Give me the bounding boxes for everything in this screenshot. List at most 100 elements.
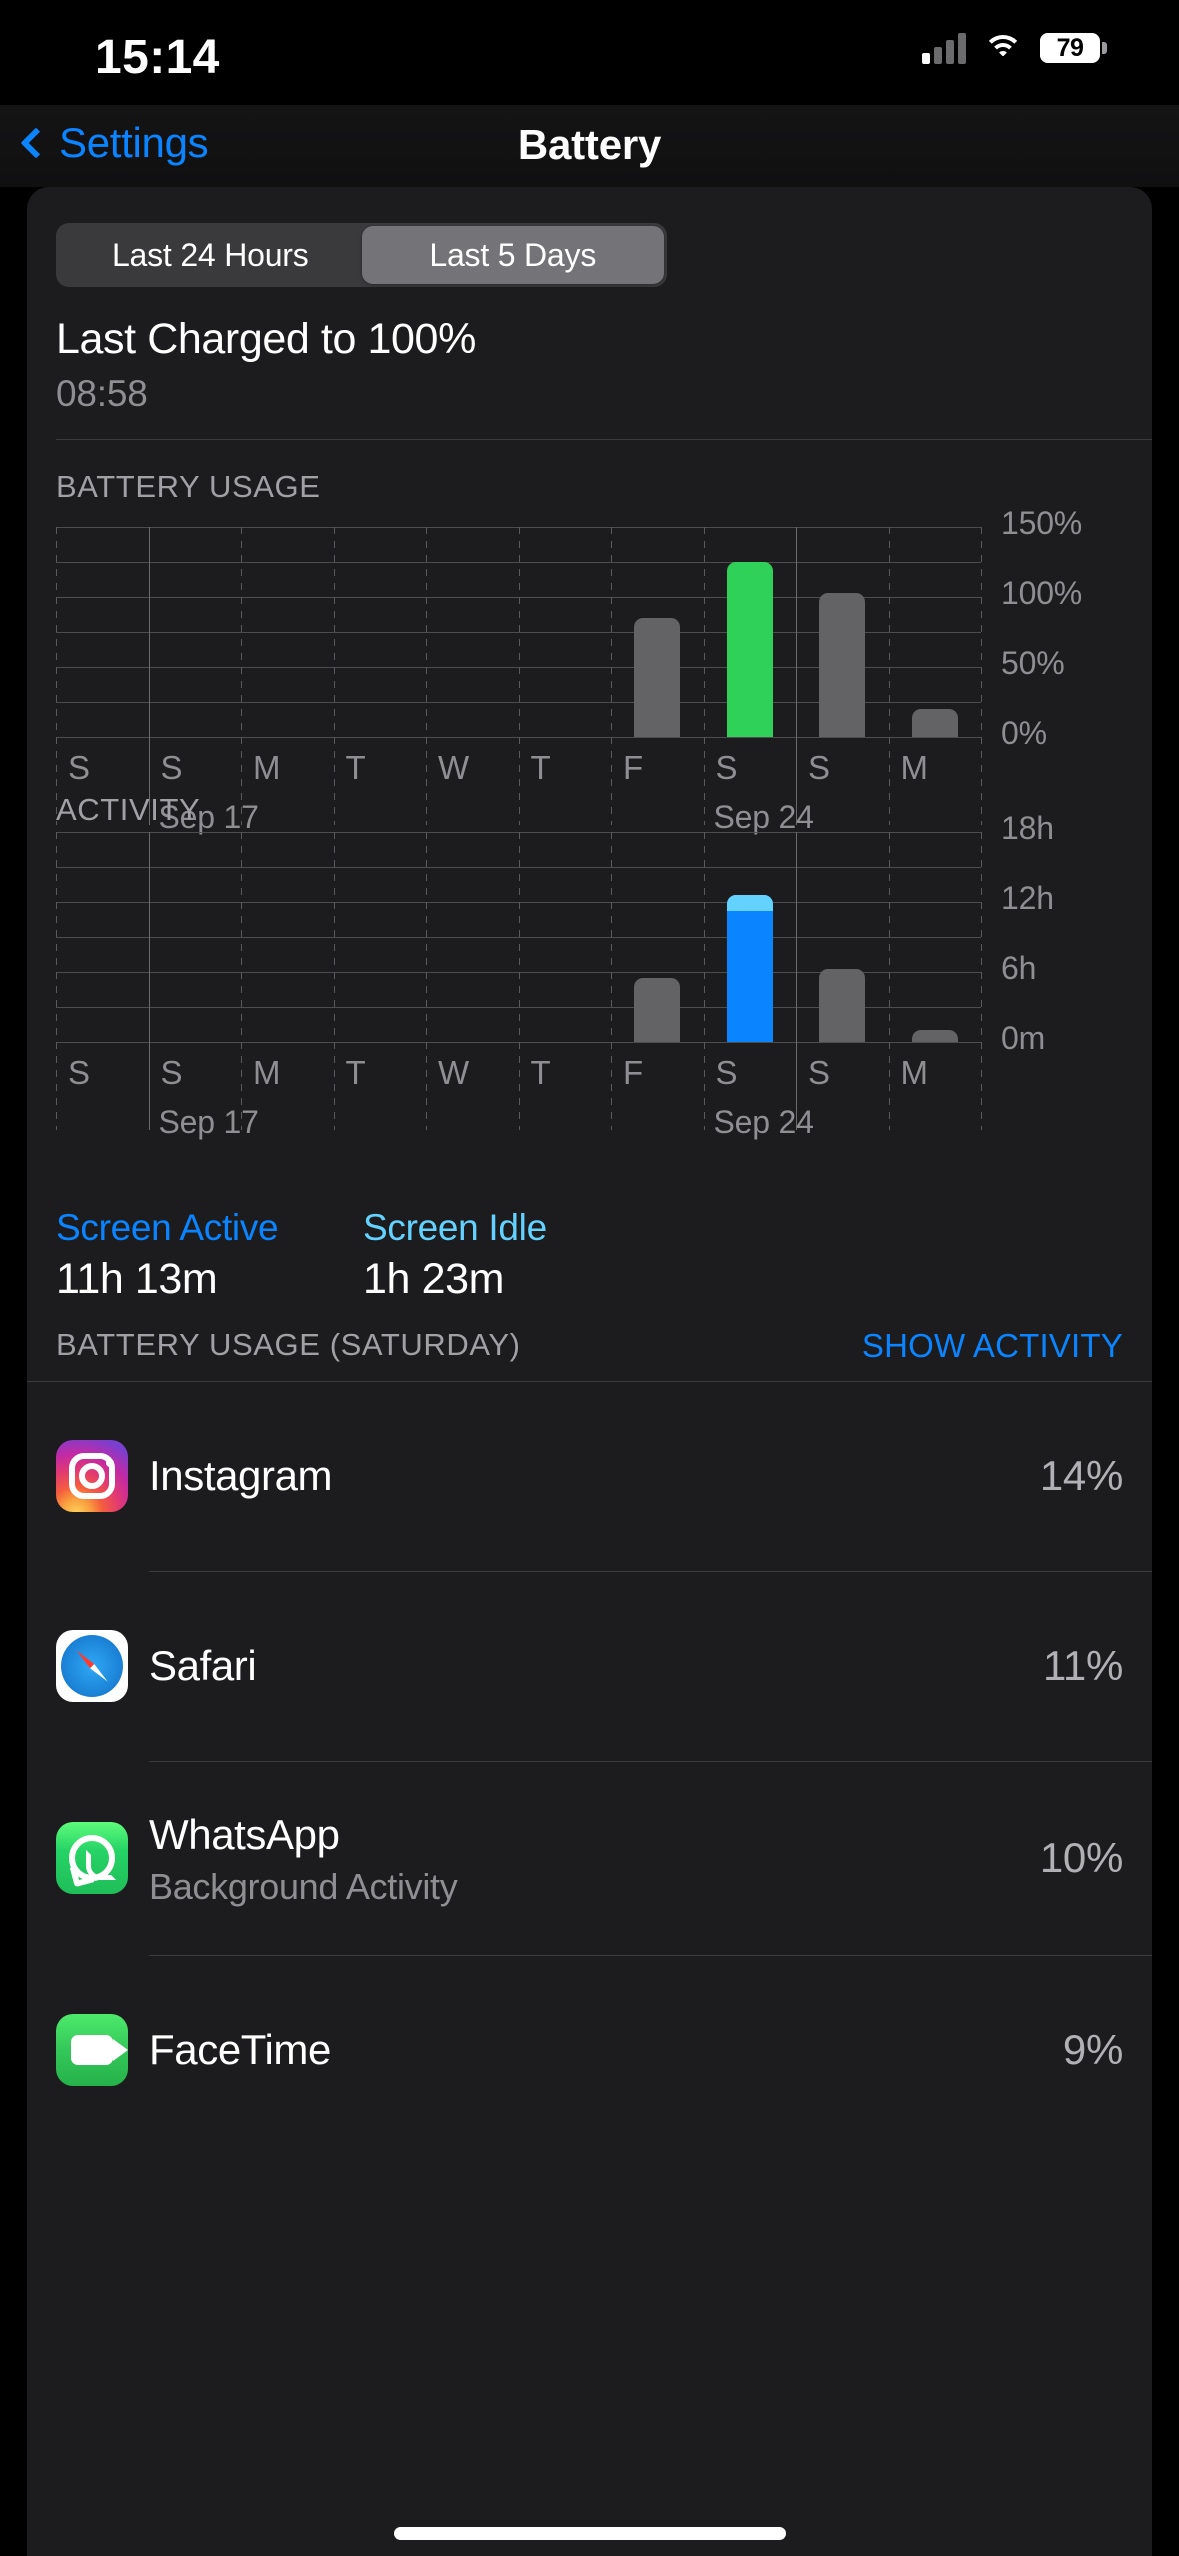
x-axis-tick-label: S bbox=[68, 1054, 90, 1092]
navigation-bar: Settings Battery bbox=[0, 105, 1179, 187]
gridline-vertical bbox=[981, 832, 982, 1130]
x-axis-tick-label: W bbox=[438, 749, 469, 787]
gridline-week-divider bbox=[149, 527, 150, 825]
chart-bar[interactable] bbox=[819, 969, 865, 1043]
y-axis-tick-label: 150% bbox=[1001, 505, 1082, 542]
activity-chart[interactable]: 18h12h6h0mSSMTWTFSSMSep 17Sep 24 bbox=[56, 832, 1152, 1132]
iphone-screen: 15:14 79 Settings Battery Last 24 bbox=[0, 0, 1179, 2556]
safari-icon bbox=[56, 1630, 128, 1702]
y-axis-tick-label: 12h bbox=[1001, 880, 1054, 917]
x-axis-date-label: Sep 17 bbox=[159, 1104, 259, 1141]
gridline-week-divider bbox=[796, 832, 797, 1130]
x-axis-date-label: Sep 24 bbox=[714, 799, 814, 836]
chart-bar[interactable] bbox=[727, 895, 773, 1042]
app-battery-percent: 11% bbox=[1043, 1642, 1123, 1690]
chart-bar[interactable] bbox=[819, 593, 865, 737]
x-axis-tick-label: S bbox=[808, 749, 830, 787]
app-usage-row[interactable]: FaceTime 9% bbox=[27, 1955, 1152, 2145]
app-battery-percent: 10% bbox=[1040, 1834, 1123, 1882]
cellular-signal-icon bbox=[922, 32, 966, 64]
app-subtitle-label: Background Activity bbox=[149, 1866, 457, 1908]
gridline-week-divider bbox=[796, 527, 797, 825]
y-axis-tick-label: 50% bbox=[1001, 645, 1064, 682]
app-name-label: WhatsApp bbox=[149, 1811, 340, 1859]
page-title: Battery bbox=[0, 121, 1179, 169]
gridline-vertical bbox=[334, 527, 335, 825]
last-charged-time: 08:58 bbox=[56, 373, 148, 415]
whatsapp-icon bbox=[56, 1822, 128, 1894]
x-axis-tick-label: M bbox=[901, 749, 929, 787]
facetime-icon bbox=[56, 2014, 128, 2086]
gridline-vertical bbox=[981, 527, 982, 825]
gridline-week-divider bbox=[149, 832, 150, 1130]
show-activity-button[interactable]: SHOW ACTIVITY bbox=[862, 1327, 1123, 1365]
gridline-vertical bbox=[611, 832, 612, 1130]
segment-last-5-days[interactable]: Last 5 Days bbox=[362, 226, 665, 284]
chart-bar[interactable] bbox=[727, 562, 773, 737]
battery-content-card: Last 24 Hours Last 5 Days Last Charged t… bbox=[27, 187, 1152, 2556]
app-name-label: Safari bbox=[149, 1642, 256, 1690]
chart-bar[interactable] bbox=[634, 618, 680, 737]
y-axis-tick-label: 0m bbox=[1001, 1020, 1045, 1057]
chart-bar[interactable] bbox=[634, 978, 680, 1042]
last-charged-title: Last Charged to 100% bbox=[56, 315, 476, 364]
y-axis-tick-label: 0% bbox=[1001, 715, 1047, 752]
x-axis-tick-label: F bbox=[623, 749, 643, 787]
x-axis-tick-label: F bbox=[623, 1054, 643, 1092]
app-battery-percent: 9% bbox=[1063, 2026, 1123, 2074]
screen-active-label: Screen Active bbox=[56, 1207, 278, 1249]
x-axis-tick-label: M bbox=[901, 1054, 929, 1092]
screen-active-value: 11h 13m bbox=[56, 1255, 217, 1304]
instagram-icon bbox=[56, 1440, 128, 1512]
x-axis-tick-label: S bbox=[68, 749, 90, 787]
battery-usage-chart[interactable]: 150%100%50%0%SSMTWTFSSMSep 17Sep 24 bbox=[56, 527, 1152, 827]
y-axis-tick-label: 18h bbox=[1001, 810, 1054, 847]
activity-heading: ACTIVITY bbox=[56, 792, 200, 828]
x-axis-tick-label: T bbox=[346, 749, 366, 787]
gridline-vertical bbox=[56, 527, 57, 825]
time-range-segmented-control[interactable]: Last 24 Hours Last 5 Days bbox=[56, 223, 667, 287]
status-bar: 15:14 79 bbox=[0, 0, 1179, 105]
app-list-heading: BATTERY USAGE (SATURDAY) bbox=[56, 1327, 521, 1363]
x-axis-date-label: Sep 24 bbox=[714, 1104, 814, 1141]
x-axis-tick-label: S bbox=[716, 1054, 738, 1092]
chart-bar[interactable] bbox=[912, 1030, 958, 1042]
gridline-vertical bbox=[704, 527, 705, 825]
app-usage-row[interactable]: Safari 11% bbox=[27, 1571, 1152, 1761]
x-axis-tick-label: S bbox=[716, 749, 738, 787]
gridline-vertical bbox=[426, 832, 427, 1130]
gridline-vertical bbox=[889, 832, 890, 1130]
app-usage-row[interactable]: Instagram14% bbox=[27, 1381, 1152, 1571]
wifi-icon bbox=[983, 33, 1023, 63]
bar-segment-screen-idle bbox=[727, 895, 773, 911]
gridline-vertical bbox=[426, 527, 427, 825]
x-axis-tick-label: T bbox=[346, 1054, 366, 1092]
x-axis-tick-label: S bbox=[161, 749, 183, 787]
y-axis-tick-label: 6h bbox=[1001, 950, 1036, 987]
screen-idle-value: 1h 23m bbox=[363, 1255, 504, 1304]
screen-idle-label: Screen Idle bbox=[363, 1207, 547, 1249]
gridline-vertical bbox=[519, 527, 520, 825]
battery-icon: 79 bbox=[1040, 33, 1107, 63]
x-axis-tick-label: M bbox=[253, 1054, 281, 1092]
status-bar-indicators: 79 bbox=[922, 32, 1107, 64]
status-bar-time: 15:14 bbox=[95, 30, 220, 85]
x-axis-tick-label: S bbox=[161, 1054, 183, 1092]
gridline-vertical bbox=[889, 527, 890, 825]
app-name-label: FaceTime bbox=[149, 2026, 331, 2074]
gridline-vertical bbox=[704, 832, 705, 1130]
app-usage-row[interactable]: WhatsApp Background Activity 10% bbox=[27, 1761, 1152, 1955]
x-axis-tick-label: W bbox=[438, 1054, 469, 1092]
gridline-vertical bbox=[519, 832, 520, 1130]
chart-bar[interactable] bbox=[912, 709, 958, 737]
gridline-vertical bbox=[611, 527, 612, 825]
x-axis-tick-label: T bbox=[531, 749, 551, 787]
segment-last-24-hours[interactable]: Last 24 Hours bbox=[59, 226, 362, 284]
battery-percent-label: 79 bbox=[1057, 34, 1084, 63]
gridline-vertical bbox=[241, 832, 242, 1130]
gridline-vertical bbox=[334, 832, 335, 1130]
x-axis-tick-label: T bbox=[531, 1054, 551, 1092]
x-axis-tick-label: M bbox=[253, 749, 281, 787]
app-name-label: Instagram bbox=[149, 1452, 332, 1500]
y-axis-tick-label: 100% bbox=[1001, 575, 1082, 612]
